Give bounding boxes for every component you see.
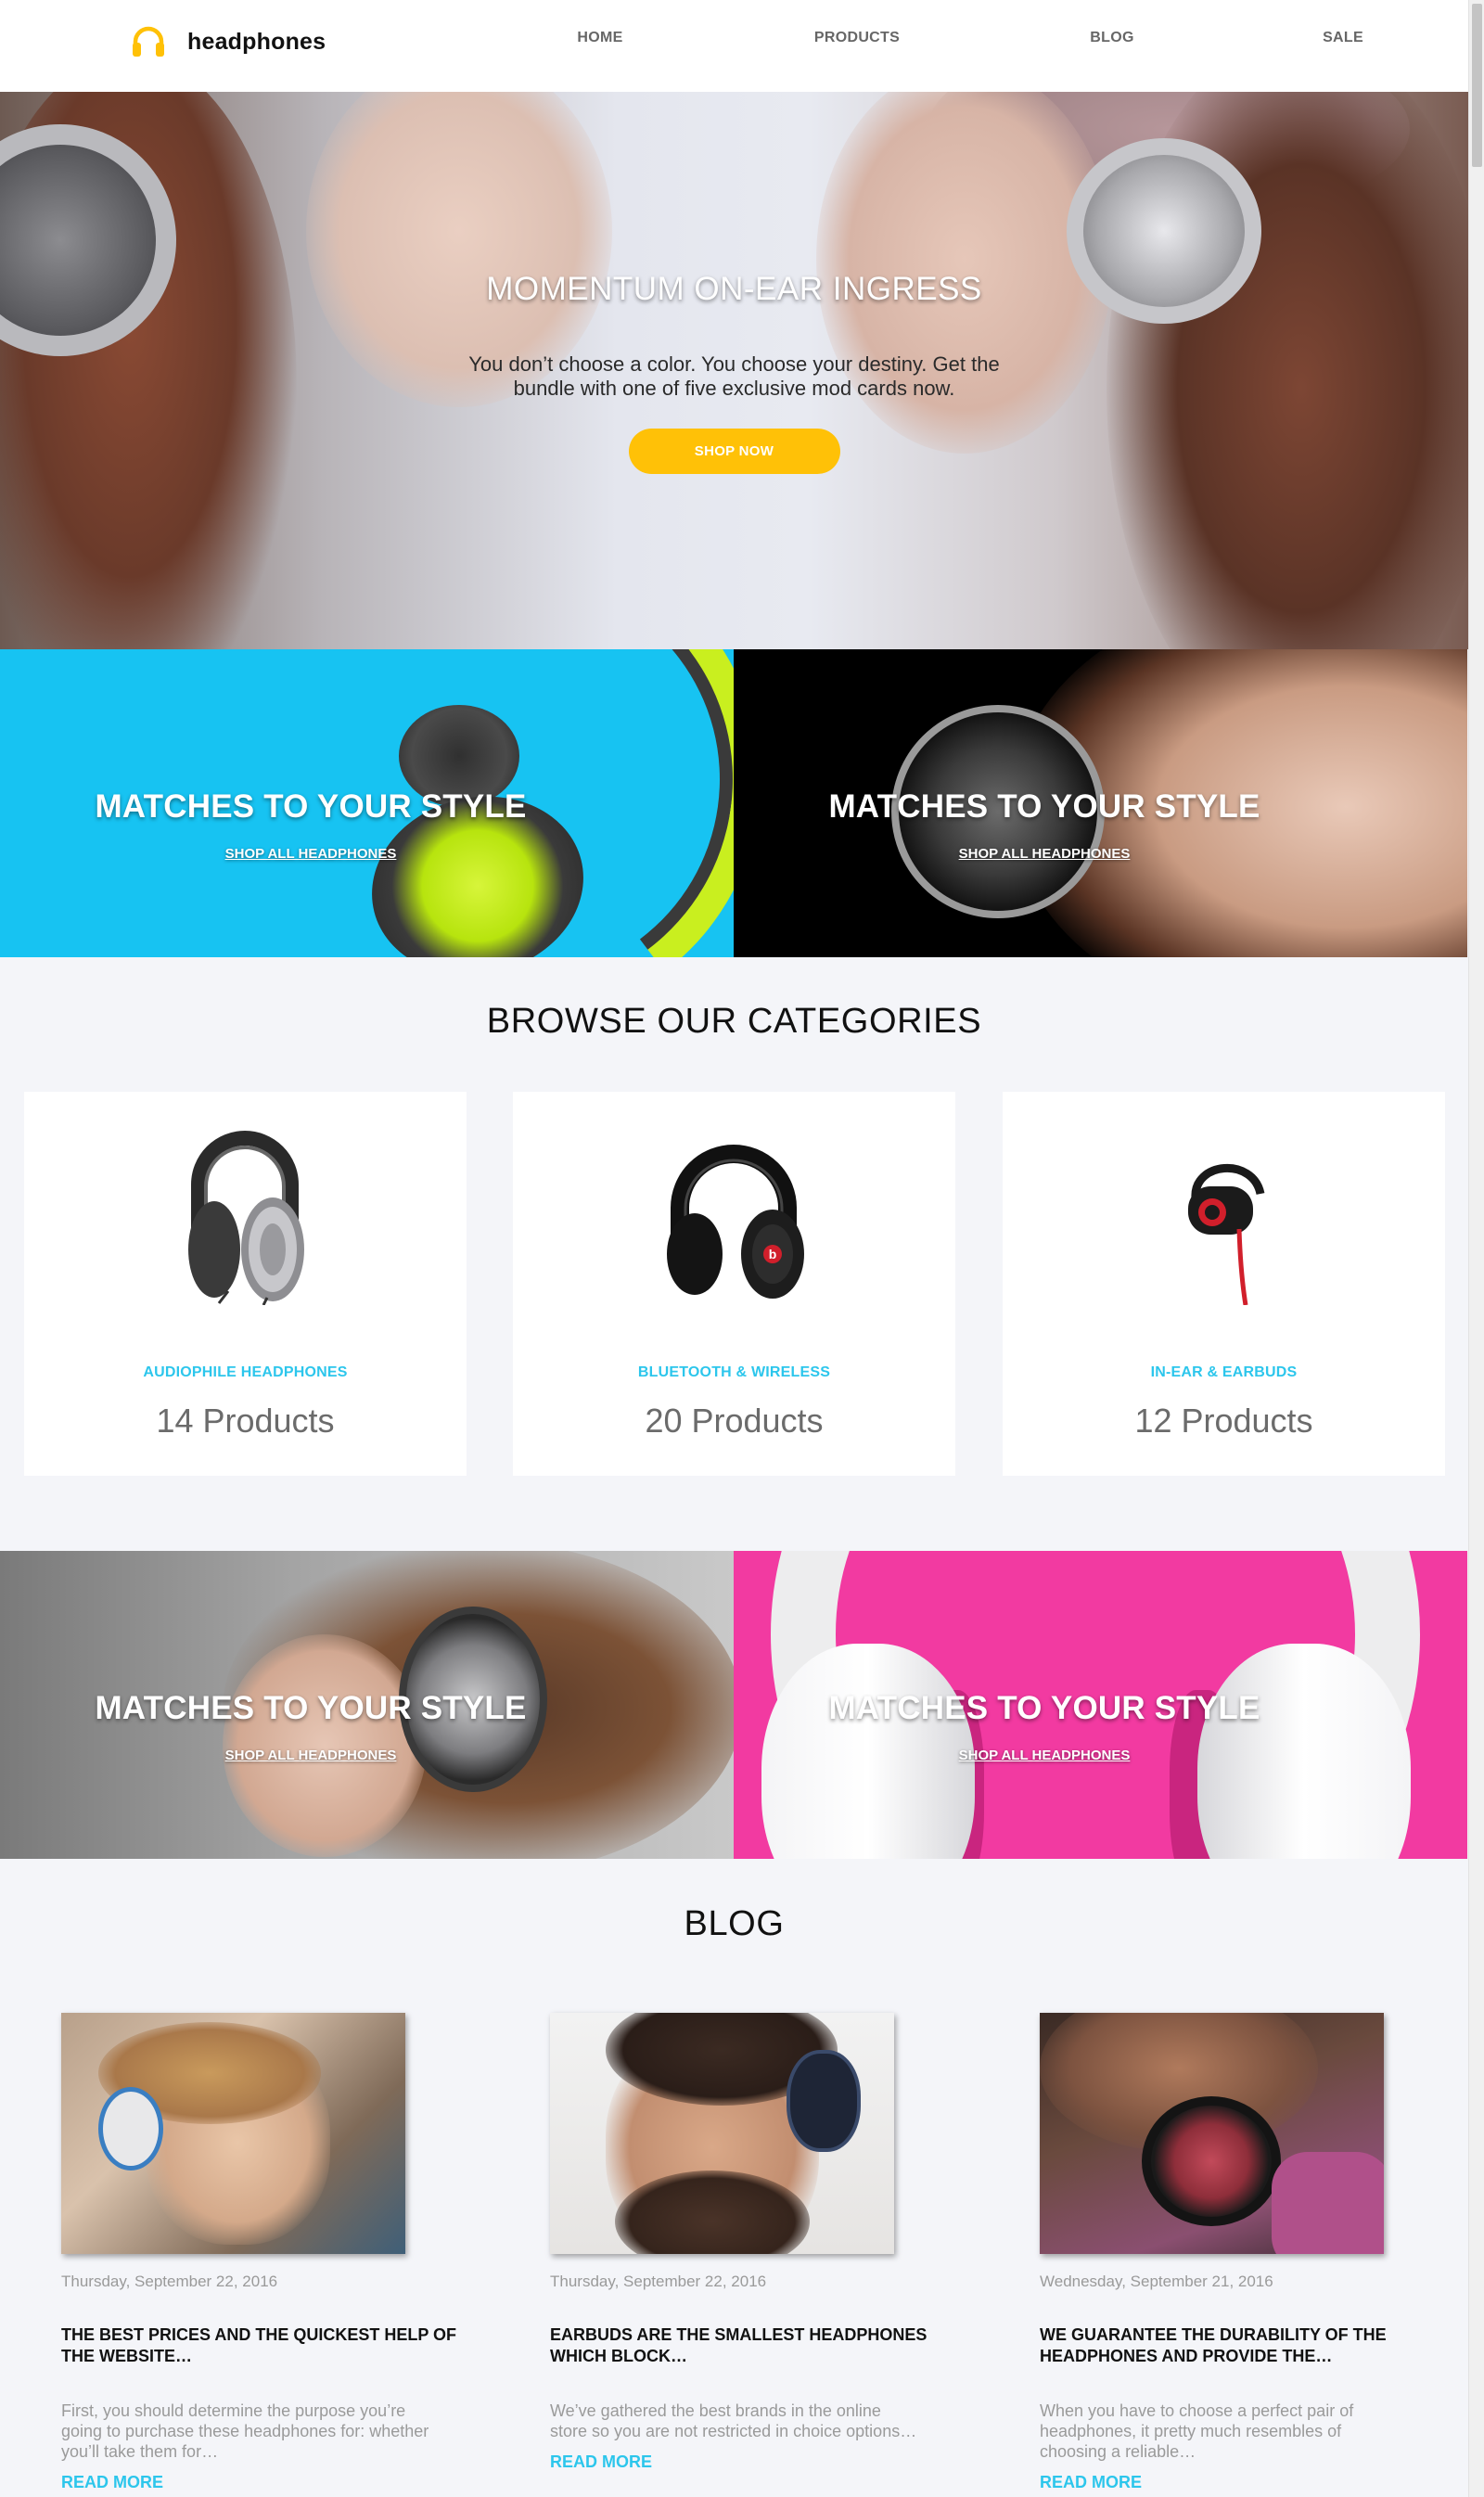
promo-title: MATCHES TO YOUR STYLE bbox=[828, 788, 1260, 825]
blog-post: Thursday, September 22, 2016 THE BEST PR… bbox=[61, 2013, 460, 2492]
blog-post-date: Wednesday, September 21, 2016 bbox=[1040, 2273, 1273, 2290]
wireless-headphones-icon: b bbox=[667, 1145, 804, 1299]
page-scrollbar[interactable] bbox=[1468, 0, 1484, 2497]
category-card-in-ear[interactable]: IN-EAR & EARBUDS 12 Products bbox=[1003, 1092, 1445, 1476]
blog-image-shirt bbox=[1272, 2152, 1384, 2254]
shop-all-headphones-link[interactable]: SHOP ALL HEADPHONES bbox=[734, 1748, 1355, 1763]
category-count: 20 Products bbox=[645, 1402, 824, 1440]
shop-all-headphones-link[interactable]: SHOP ALL HEADPHONES bbox=[0, 1748, 621, 1763]
blog-image-headphone bbox=[787, 2050, 861, 2152]
scrollbar-thumb[interactable] bbox=[1472, 4, 1482, 167]
blog-title: BLOG bbox=[684, 1904, 785, 1943]
blog-post-image[interactable] bbox=[61, 2013, 405, 2254]
nav-blog[interactable]: BLOG bbox=[1090, 30, 1133, 46]
blog-post: Wednesday, September 21, 2016 WE GUARANT… bbox=[1040, 2013, 1439, 2492]
promo-tile-cyan[interactable]: MATCHES TO YOUR STYLE SHOP ALL HEADPHONE… bbox=[0, 649, 734, 957]
category-count: 12 Products bbox=[1134, 1402, 1313, 1440]
shop-all-headphones-link[interactable]: SHOP ALL HEADPHONES bbox=[0, 846, 621, 862]
blog-post-excerpt: When you have to choose a perfect pair o… bbox=[1040, 2401, 1354, 2461]
category-count: 14 Products bbox=[156, 1402, 335, 1440]
read-more-link[interactable]: READ MORE bbox=[1040, 2473, 1142, 2492]
blog-image-headphone bbox=[98, 2087, 163, 2170]
blog-post: Thursday, September 22, 2016 EARBUDS ARE… bbox=[550, 2013, 949, 2472]
shop-now-button[interactable]: SHOP NOW bbox=[628, 429, 840, 474]
category-name[interactable]: AUDIOPHILE HEADPHONES bbox=[24, 1364, 467, 1381]
promo-tile-grey[interactable]: MATCHES TO YOUR STYLE SHOP ALL HEADPHONE… bbox=[0, 1551, 734, 1859]
promo-title: MATCHES TO YOUR STYLE bbox=[828, 1690, 1260, 1726]
hero-content: MOMENTUM ON-EAR INGRESS You don’t choose… bbox=[0, 271, 1468, 474]
main-nav: HOME PRODUCTS BLOG SALE bbox=[0, 30, 1468, 58]
earbud-icon bbox=[1188, 1163, 1265, 1305]
category-name[interactable]: BLUETOOTH & WIRELESS bbox=[513, 1364, 955, 1381]
blog-post-image[interactable] bbox=[1040, 2013, 1384, 2254]
blog-image-headphone bbox=[1142, 2096, 1281, 2226]
promo-title: MATCHES TO YOUR STYLE bbox=[95, 788, 527, 825]
promo-tile-black[interactable]: MATCHES TO YOUR STYLE SHOP ALL HEADPHONE… bbox=[734, 649, 1467, 957]
promo-image-face bbox=[223, 1634, 427, 1857]
blog-post-title[interactable]: THE BEST PRICES AND THE QUICKEST HELP OF… bbox=[61, 2324, 460, 2367]
category-name[interactable]: IN-EAR & EARBUDS bbox=[1003, 1364, 1445, 1381]
shop-all-headphones-link[interactable]: SHOP ALL HEADPHONES bbox=[734, 846, 1355, 862]
blog-post-title[interactable]: EARBUDS ARE THE SMALLEST HEADPHONES WHIC… bbox=[550, 2324, 949, 2367]
hero-banner: MOMENTUM ON-EAR INGRESS You don’t choose… bbox=[0, 92, 1468, 649]
blog-post-date: Thursday, September 22, 2016 bbox=[61, 2273, 278, 2290]
category-card-wireless[interactable]: b BLUETOOTH & WIRELESS 20 Products bbox=[513, 1092, 955, 1476]
hero-title: MOMENTUM ON-EAR INGRESS bbox=[486, 271, 982, 307]
read-more-link[interactable]: READ MORE bbox=[550, 2452, 652, 2472]
nav-sale[interactable]: SALE bbox=[1323, 30, 1363, 46]
blog-post-image[interactable] bbox=[550, 2013, 894, 2254]
read-more-link[interactable]: READ MORE bbox=[61, 2473, 163, 2492]
nav-products[interactable]: PRODUCTS bbox=[814, 30, 900, 46]
blog-post-date: Thursday, September 22, 2016 bbox=[550, 2273, 767, 2290]
blog-post-excerpt: We’ve gathered the best brands in the on… bbox=[550, 2401, 917, 2440]
site-header: headphones HOME PRODUCTS BLOG SALE bbox=[0, 0, 1468, 92]
blog-post-title[interactable]: WE GUARANTEE THE DURABILITY OF THE HEADP… bbox=[1040, 2324, 1439, 2367]
svg-text:b: b bbox=[769, 1247, 777, 1261]
over-ear-headphones-icon bbox=[188, 1131, 304, 1305]
promo-title: MATCHES TO YOUR STYLE bbox=[95, 1690, 527, 1726]
blog-post-excerpt: First, you should determine the purpose … bbox=[61, 2401, 429, 2461]
promo-tile-pink[interactable]: MATCHES TO YOUR STYLE SHOP ALL HEADPHONE… bbox=[734, 1551, 1467, 1859]
category-card-audiophile[interactable]: AUDIOPHILE HEADPHONES 14 Products bbox=[24, 1092, 467, 1476]
hero-subtitle: You don’t choose a color. You choose you… bbox=[468, 352, 1000, 400]
categories-title: BROWSE OUR CATEGORIES bbox=[486, 1002, 982, 1041]
nav-home[interactable]: HOME bbox=[577, 30, 622, 46]
